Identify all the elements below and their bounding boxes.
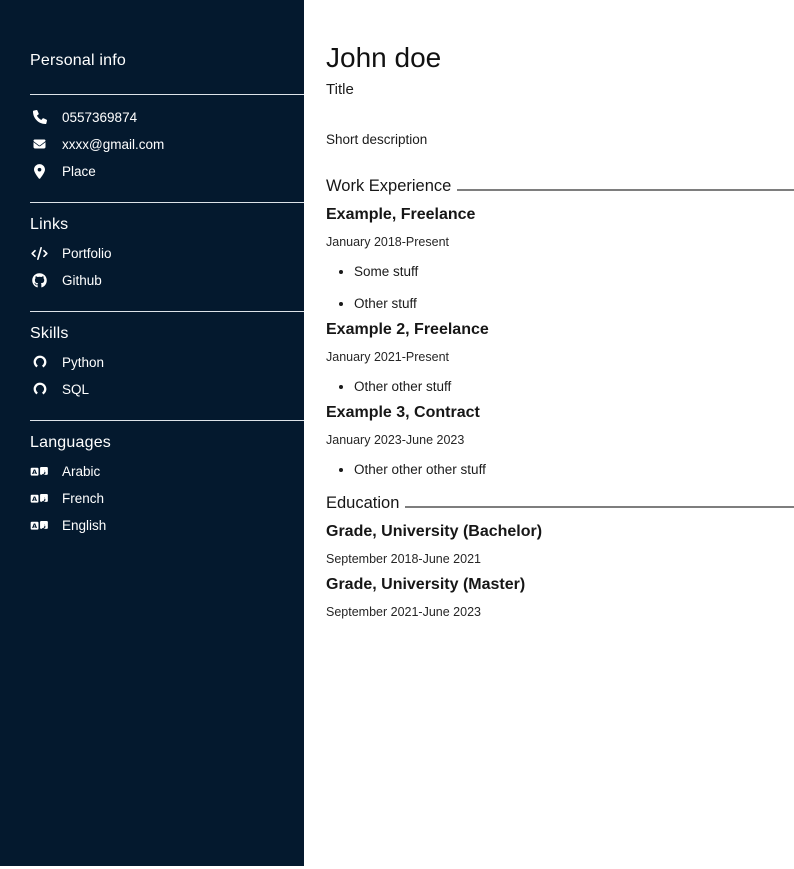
email-item[interactable]: xxxx@gmail.com <box>30 134 304 154</box>
work-experience-section-heading: Work Experience <box>326 177 794 196</box>
bullet-item: Some stuff <box>354 264 794 279</box>
entry-bullets: Other other stuff <box>326 379 794 394</box>
language-item: Aز English <box>30 515 304 535</box>
education-entry: Grade, University (Bachelor) September 2… <box>326 523 794 566</box>
entry-dates: January 2018-Present <box>326 235 794 249</box>
entry-dates: September 2021-June 2023 <box>326 605 794 619</box>
language-icon: Aز <box>30 519 49 532</box>
github-label: Github <box>62 273 102 288</box>
skills-heading: Skills <box>30 325 304 343</box>
portfolio-label: Portfolio <box>62 246 112 261</box>
skill-label: SQL <box>62 382 89 397</box>
personal-info-list: 0557369874 xxxx@gmail.com Place <box>30 107 304 181</box>
place-value: Place <box>62 164 96 179</box>
circle-notch-icon <box>30 382 49 396</box>
entry-bullets: Some stuff Other stuff <box>326 264 794 311</box>
envelope-icon <box>30 138 49 150</box>
entry-role: Example 2, Freelance <box>326 321 794 339</box>
skills-list: Python SQL <box>30 352 304 399</box>
links-heading: Links <box>30 216 304 234</box>
languages-heading: Languages <box>30 434 304 452</box>
bullet-item: Other other other stuff <box>354 462 794 477</box>
language-icon: Aز <box>30 492 49 505</box>
person-name: John doe <box>326 42 794 74</box>
divider <box>30 94 304 95</box>
location-pin-icon <box>30 164 49 179</box>
languages-list: Aز Arabic Aز French Aز English <box>30 461 304 535</box>
entry-dates: January 2021-Present <box>326 350 794 364</box>
entry-bullets: Other other other stuff <box>326 462 794 477</box>
links-list: Portfolio Github <box>30 243 304 290</box>
skill-label: Python <box>62 355 104 370</box>
bullet-item: Other stuff <box>354 296 794 311</box>
entry-dates: September 2018-June 2021 <box>326 552 794 566</box>
experience-entry: Example 2, Freelance January 2021-Presen… <box>326 321 794 394</box>
entry-dates: January 2023-June 2023 <box>326 433 794 447</box>
divider <box>30 420 304 421</box>
divider <box>30 311 304 312</box>
short-description: Short description <box>326 132 794 147</box>
entry-role: Grade, University (Master) <box>326 576 794 594</box>
entry-role: Grade, University (Bachelor) <box>326 523 794 541</box>
divider <box>30 202 304 203</box>
resume-body: John doe Title Short description Work Ex… <box>304 0 794 869</box>
skill-item: Python <box>30 352 304 372</box>
skill-item: SQL <box>30 379 304 399</box>
bullet-item: Other other stuff <box>354 379 794 394</box>
github-icon <box>30 273 49 288</box>
entry-role: Example, Freelance <box>326 206 794 224</box>
education-section-heading: Education <box>326 494 794 513</box>
sidebar: Personal info 0557369874 xxxx@gmail.com … <box>0 0 304 866</box>
language-label: Arabic <box>62 464 100 479</box>
svg-text:ز: ز <box>41 521 46 529</box>
github-link[interactable]: Github <box>30 270 304 290</box>
language-label: English <box>62 518 106 533</box>
language-item: Aز Arabic <box>30 461 304 481</box>
experience-entry: Example, Freelance January 2018-Present … <box>326 206 794 311</box>
circle-notch-icon <box>30 355 49 369</box>
language-label: French <box>62 491 104 506</box>
experience-entry: Example 3, Contract January 2023-June 20… <box>326 404 794 477</box>
svg-text:ز: ز <box>41 467 46 475</box>
svg-text:A: A <box>32 468 37 476</box>
code-icon <box>30 247 49 260</box>
phone-item: 0557369874 <box>30 107 304 127</box>
entry-role: Example 3, Contract <box>326 404 794 422</box>
place-item: Place <box>30 161 304 181</box>
svg-text:A: A <box>32 495 37 503</box>
section-title: Education <box>326 494 399 513</box>
email-value: xxxx@gmail.com <box>62 137 164 152</box>
section-title: Work Experience <box>326 177 451 196</box>
person-title: Title <box>326 81 794 98</box>
svg-text:ز: ز <box>41 494 46 502</box>
section-rule <box>405 506 794 508</box>
svg-text:A: A <box>32 522 37 530</box>
phone-icon <box>30 110 49 124</box>
section-rule <box>457 189 794 191</box>
education-entry: Grade, University (Master) September 202… <box>326 576 794 619</box>
personal-info-heading: Personal info <box>30 52 304 70</box>
phone-value: 0557369874 <box>62 110 137 125</box>
language-icon: Aز <box>30 465 49 478</box>
language-item: Aز French <box>30 488 304 508</box>
portfolio-link[interactable]: Portfolio <box>30 243 304 263</box>
